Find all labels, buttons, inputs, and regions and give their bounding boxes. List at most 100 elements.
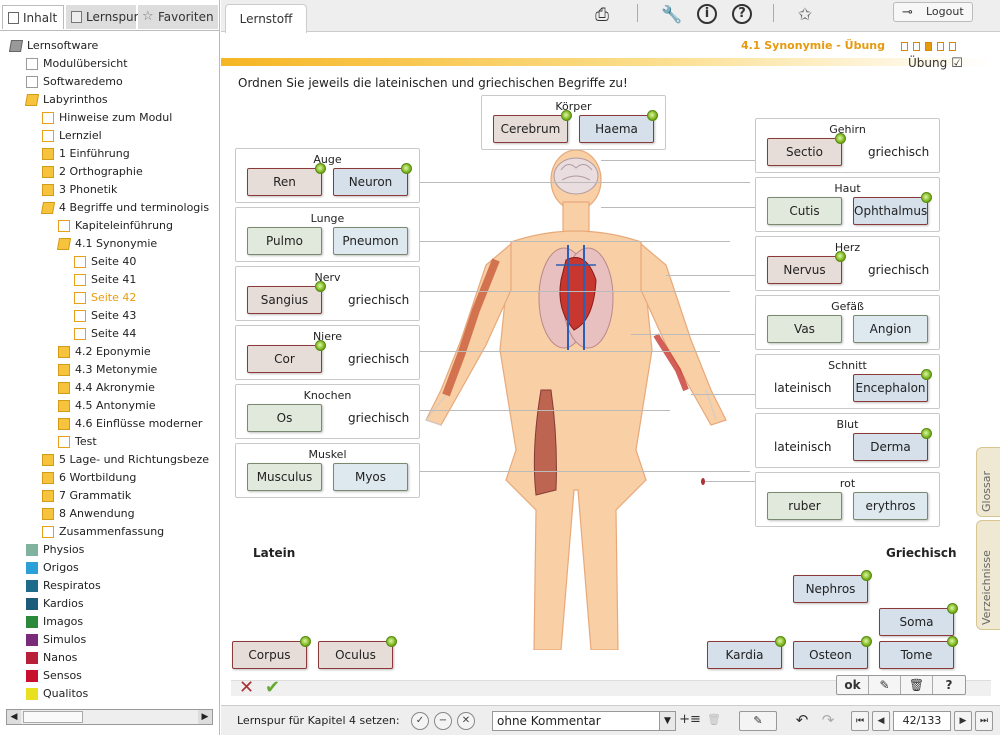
- box-label: Herz: [834, 241, 861, 254]
- folder-icon: [42, 490, 54, 502]
- term-tile[interactable]: Oculus: [318, 636, 397, 669]
- check-icon[interactable]: ✔: [265, 677, 280, 698]
- term-tile[interactable]: ruber: [767, 492, 842, 520]
- term-tile[interactable]: Ophthalmus: [853, 192, 932, 225]
- last-page-icon[interactable]: ⏭: [975, 711, 993, 731]
- term-label: Soma: [899, 615, 934, 629]
- instruction-text: Ordnen Sie jeweils die lateinischen und …: [238, 76, 628, 90]
- notepad-icon[interactable]: ✎: [739, 711, 777, 731]
- logout-button[interactable]: ⊸ Logout: [893, 2, 973, 22]
- term-tile[interactable]: Angion: [853, 315, 928, 343]
- tree-item-label: Softwaredemo: [43, 75, 123, 88]
- term-tile[interactable]: Encephalon: [853, 369, 932, 402]
- term-tile[interactable]: Nephros: [793, 570, 872, 603]
- status-dot-icon: [775, 636, 786, 647]
- side-tab-glossar[interactable]: Glossar: [976, 447, 1000, 517]
- side-tab-verzeichnisse[interactable]: Verzeichnisse: [976, 520, 1000, 630]
- scroll-thumb[interactable]: [23, 711, 83, 723]
- first-page-icon[interactable]: ⏮: [851, 711, 869, 731]
- scroll-right-icon[interactable]: ▶: [198, 710, 212, 724]
- tab-lernspur[interactable]: Lernspur: [66, 5, 139, 29]
- term-tile[interactable]: Nervus: [767, 251, 846, 284]
- term-label: Os: [276, 411, 293, 425]
- page-indicator-icon[interactable]: [949, 42, 956, 51]
- term-tile[interactable]: Pneumon: [333, 227, 408, 255]
- cross-icon[interactable]: ✕: [239, 677, 254, 698]
- redo-icon[interactable]: ↷: [817, 711, 839, 731]
- tree-item-label: Origos: [43, 561, 79, 574]
- term-tile[interactable]: Vas: [767, 315, 842, 343]
- connector-line: [420, 182, 750, 183]
- tab-inhalt[interactable]: Inhalt: [2, 5, 64, 29]
- term-tile[interactable]: erythros: [853, 492, 928, 520]
- edit-icon[interactable]: ✎: [869, 676, 901, 694]
- folder-icon: [58, 346, 70, 358]
- term-tile[interactable]: Cutis: [767, 197, 842, 225]
- tree-horizontal-scrollbar[interactable]: ◀ ▶: [6, 709, 213, 725]
- tree-item-label: Zusammenfassung: [59, 525, 165, 538]
- term-tile[interactable]: Tome: [879, 636, 958, 669]
- term-tile[interactable]: Cor: [247, 340, 326, 373]
- main-area: Lernstoff ⎙ 🔧 i ? ✩ ⊸ Logout 4.1 Synonymi…: [221, 0, 1000, 735]
- term-tile[interactable]: Os: [247, 404, 322, 432]
- book-icon: [71, 11, 82, 23]
- term-tile[interactable]: Pulmo: [247, 227, 322, 255]
- help-button[interactable]: ?: [933, 676, 965, 694]
- term-tile[interactable]: Ren: [247, 163, 326, 196]
- left-tabs: Inhalt Lernspur ☆ Favoriten: [0, 5, 220, 29]
- tree-item-label: 4.1 Synonymie: [75, 237, 158, 250]
- wrench-icon[interactable]: 🔧: [661, 4, 683, 26]
- folder-icon: [8, 40, 24, 52]
- module-icon: [26, 544, 38, 556]
- scroll-left-icon[interactable]: ◀: [7, 710, 21, 724]
- add-list-icon[interactable]: +≡: [679, 711, 701, 731]
- folder-icon: [24, 94, 40, 106]
- lernspur-label: Lernspur für Kapitel 4 setzen:: [237, 714, 400, 727]
- term-tile[interactable]: Cerebrum: [493, 110, 572, 143]
- term-tile[interactable]: Corpus: [232, 636, 311, 669]
- term-tile[interactable]: Soma: [879, 603, 958, 636]
- help-icon[interactable]: ?: [732, 4, 752, 24]
- term-tile[interactable]: Haema: [579, 110, 658, 143]
- tree-item-label: Seite 43: [91, 309, 137, 322]
- term-tile[interactable]: Neuron: [333, 163, 412, 196]
- tree-item-label: 4 Begriffe und terminologis: [59, 201, 210, 214]
- page-indicator-active-icon[interactable]: [925, 42, 932, 51]
- page-icon: [74, 256, 86, 268]
- close-circle-icon[interactable]: ✕: [457, 712, 475, 730]
- term-tile[interactable]: Sectio: [767, 133, 846, 166]
- term-tile[interactable]: Osteon: [793, 636, 872, 669]
- info-icon[interactable]: i: [697, 4, 717, 24]
- term-pair-box: Lunge Pulmo Pneumon: [235, 207, 420, 262]
- status-dot-icon: [835, 133, 846, 144]
- term-tile[interactable]: Sangius: [247, 281, 326, 314]
- term-pair-box: rot ruber erythros: [755, 472, 940, 527]
- term-tile[interactable]: Musculus: [247, 463, 322, 491]
- comment-select[interactable]: ohne Kommentar ▼: [492, 711, 676, 731]
- minus-circle-icon[interactable]: −: [434, 712, 452, 730]
- printer-icon[interactable]: ⎙: [591, 4, 613, 26]
- folder-icon: [58, 418, 70, 430]
- page-indicator-icon[interactable]: [901, 42, 908, 51]
- tab-lernstoff[interactable]: Lernstoff: [225, 4, 307, 33]
- prev-page-icon[interactable]: ◀: [872, 711, 890, 731]
- term-label: Sectio: [786, 145, 823, 159]
- term-tile[interactable]: Derma: [853, 428, 932, 461]
- star-add-icon[interactable]: ✩: [794, 4, 816, 26]
- status-dot-icon: [921, 192, 932, 203]
- term-tile[interactable]: Myos: [333, 463, 408, 491]
- page-indicator-icon[interactable]: [937, 42, 944, 51]
- tab-favoriten[interactable]: ☆ Favoriten: [138, 5, 218, 29]
- status-dot-icon: [300, 636, 311, 647]
- checkmark-circle-icon[interactable]: ✓: [411, 712, 429, 730]
- ok-button[interactable]: ok: [837, 676, 869, 694]
- undo-icon[interactable]: ↶: [791, 711, 813, 731]
- chevron-down-icon[interactable]: ▼: [659, 712, 675, 730]
- term-tile[interactable]: Kardia: [707, 636, 786, 669]
- page-icon: [74, 310, 86, 322]
- trash-icon[interactable]: 🗑: [901, 676, 933, 694]
- next-page-icon[interactable]: ▶: [954, 711, 972, 731]
- toolbar-separator: [637, 4, 638, 22]
- page-indicator-icon[interactable]: [913, 42, 920, 51]
- tree-item-label: Imagos: [43, 615, 84, 628]
